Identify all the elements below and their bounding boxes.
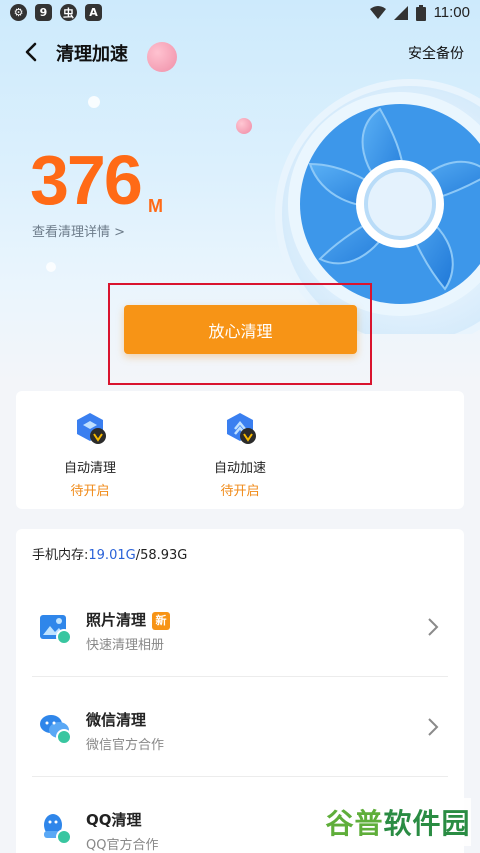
auto-clean-icon [77,413,106,444]
auto-clean-label: 自动清理 [63,461,116,476]
wechat-clean-subtitle: 微信官方合作 [86,738,165,753]
notification-app-icon: 虫 [60,4,77,21]
list-item-wechat-clean[interactable]: 微信清理 微信官方合作 [16,681,464,781]
photo-clean-icon [40,615,72,645]
wifi-icon [369,5,386,19]
bubble-decoration [88,96,100,108]
notification-app-icon: 9 [35,4,52,21]
qq-clean-subtitle: QQ官方合作 [86,838,159,853]
memory-total: /58.93G [135,548,188,563]
notification-app-icon: A [85,4,102,21]
auto-features-card: 自动清理 待开启 自动加速 待开启 [16,391,464,509]
new-badge: 新 [152,612,171,630]
memory-label: 手机内存: [32,548,89,563]
watermark-part2: 软件园 [383,807,471,840]
qq-clean-title: QQ清理 [86,811,142,829]
back-arrow-icon[interactable] [20,38,44,66]
signal-icon [393,5,408,20]
qq-clean-icon [44,814,72,845]
phone-memory: 手机内存:19.01G/58.93G [32,544,187,563]
divider [32,776,448,777]
status-bar: ⚙ 9 虫 A 11:00 [0,0,480,26]
auto-speedup-status: 待开启 [220,484,260,499]
header: 清理加速 安全备份 [0,36,480,68]
watermark-part1: 谷普 [325,807,384,840]
page-title: 清理加速 [56,44,128,65]
chevron-right-icon [428,718,439,736]
secure-backup-link[interactable]: 安全备份 [408,43,464,63]
notification-app-icon: ⚙ [10,4,27,21]
view-clean-details-link[interactable]: 查看清理详情 > [32,221,125,240]
auto-clean-feature[interactable]: 自动清理 待开启 [30,411,150,499]
chevron-right-icon [428,618,439,636]
divider [32,676,448,677]
status-time: 11:00 [433,4,470,21]
auto-speedup-label: 自动加速 [213,461,266,476]
cleanable-size-unit: M [148,196,163,216]
battery-icon [415,4,426,21]
photo-clean-subtitle: 快速清理相册 [86,638,165,653]
wechat-clean-title: 微信清理 [86,711,147,729]
auto-clean-status: 待开启 [70,484,110,499]
photo-clean-title-text: 照片清理 [86,611,147,629]
clean-now-button[interactable]: 放心清理 [124,305,357,354]
photo-clean-title: 照片清理新 [86,609,171,630]
bubble-decoration [46,262,56,272]
auto-speedup-icon [227,413,256,444]
watermark-logo: 谷普 软件园 [325,798,471,846]
list-item-photo-clean[interactable]: 照片清理新 快速清理相册 [16,581,464,681]
wechat-clean-icon [40,715,72,745]
cleanable-size: 376 [30,141,143,219]
memory-used: 19.01G [88,548,136,563]
auto-speedup-feature[interactable]: 自动加速 待开启 [180,411,300,499]
